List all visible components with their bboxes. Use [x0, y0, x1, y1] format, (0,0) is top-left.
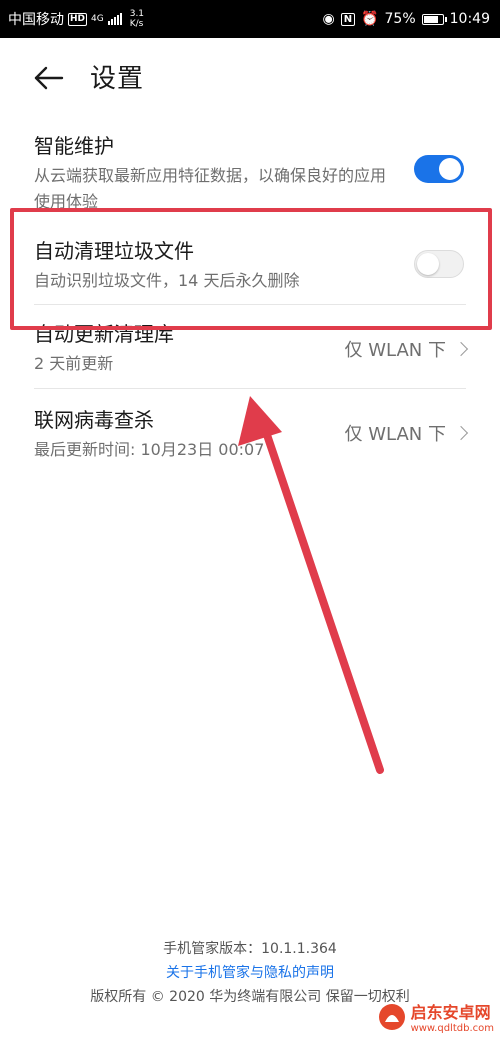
privacy-link[interactable]: 关于手机管家与隐私的声明 — [0, 962, 500, 982]
watermark-logo-icon — [378, 1003, 405, 1030]
watermark-name: 启东安卓网 — [410, 1003, 491, 1022]
version-text: 手机管家版本：10.1.1.364 — [163, 941, 337, 957]
watermark: 启东安卓网 www.qdltdb.com — [377, 999, 494, 1034]
annotation-arrow — [238, 396, 384, 774]
watermark-url: www.qdltdb.com — [410, 1023, 494, 1034]
